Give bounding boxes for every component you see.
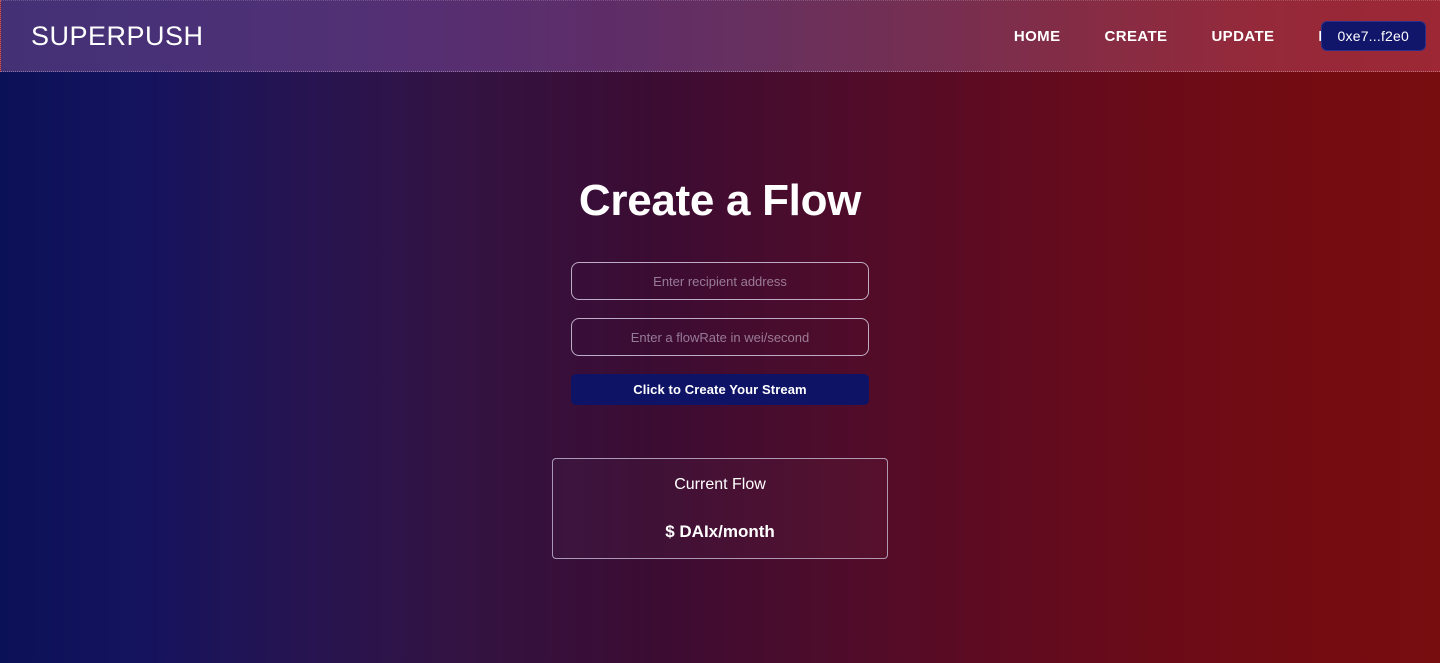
recipient-address-input[interactable] (571, 262, 869, 300)
top-navigation-bar: SUPERPUSH HOME CREATE UPDATE DELETE 0xe7… (0, 0, 1440, 72)
page-title: Create a Flow (578, 176, 862, 225)
flowrate-input[interactable] (571, 318, 869, 356)
nav-link-update[interactable]: UPDATE (1211, 28, 1274, 45)
current-flow-title: Current Flow (674, 476, 766, 493)
create-flow-form: Click to Create Your Stream (571, 262, 869, 405)
nav-link-home[interactable]: HOME (1014, 28, 1061, 45)
brand-logo[interactable]: SUPERPUSH (31, 22, 204, 50)
nav-link-create[interactable]: CREATE (1104, 28, 1167, 45)
create-stream-button[interactable]: Click to Create Your Stream (571, 374, 869, 405)
current-flow-card: Current Flow $ DAIx/month (552, 458, 888, 559)
wallet-address-button[interactable]: 0xe7...f2e0 (1320, 21, 1426, 51)
main-content: Create a Flow Click to Create Your Strea… (0, 72, 1440, 663)
current-flow-value: $ DAIx/month (665, 522, 775, 541)
